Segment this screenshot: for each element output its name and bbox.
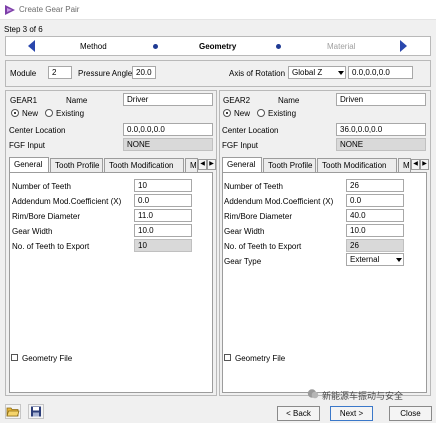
gear1-existing-label: Existing bbox=[56, 109, 85, 118]
wechat-logo-icon bbox=[307, 389, 319, 399]
gear2-rim-bore-label: Rim/Bore Diameter bbox=[224, 212, 293, 221]
gear2-rim-bore-input[interactable]: 40.0 bbox=[346, 209, 404, 222]
gear2-tab-general[interactable]: General bbox=[222, 157, 262, 172]
pressure-angle-label: Pressure Angle bbox=[78, 69, 133, 78]
window-title: Create Gear Pair bbox=[19, 5, 80, 14]
gear1-fgf-input-field: NONE bbox=[123, 138, 213, 151]
gear1-tab-tooth-modification[interactable]: Tooth Modification bbox=[104, 158, 184, 172]
gear1-center-location-input[interactable]: 0.0,0.0,0.0 bbox=[123, 123, 213, 136]
step-separator-dot bbox=[153, 44, 158, 49]
gear2-tab-scroll-right-icon[interactable]: ▶ bbox=[420, 159, 429, 170]
gear2-name-label: Name bbox=[278, 96, 300, 105]
gear2-center-location-label: Center Location bbox=[222, 126, 279, 135]
gear2-number-of-teeth-label: Number of Teeth bbox=[224, 182, 283, 191]
step-method[interactable]: Method bbox=[80, 42, 107, 51]
gear1-fgf-input-label: FGF Input bbox=[9, 141, 46, 150]
gear2-number-of-teeth-input[interactable]: 26 bbox=[346, 179, 404, 192]
gear2-tab-more[interactable]: Me bbox=[398, 158, 411, 172]
gear-pair-app-icon bbox=[5, 5, 15, 15]
step-material[interactable]: Material bbox=[327, 42, 355, 51]
gear2-gear-width-label: Gear Width bbox=[224, 227, 265, 236]
gear1-tab-scroll-left-icon[interactable]: ◀ bbox=[198, 159, 207, 170]
gear1-tab-more[interactable]: Me bbox=[185, 158, 198, 172]
gear2-fgf-input-field: NONE bbox=[336, 138, 426, 151]
gear2-gear-type-value: External bbox=[350, 255, 380, 264]
gear1-teeth-to-export-field: 10 bbox=[134, 239, 192, 252]
gear1-rim-bore-label: Rim/Bore Diameter bbox=[12, 212, 81, 221]
gear2-fgf-input-label: FGF Input bbox=[222, 141, 259, 150]
gear1-geometry-file-label: Geometry File bbox=[22, 354, 73, 363]
gear1-center-location-label: Center Location bbox=[9, 126, 66, 135]
axis-of-rotation-label: Axis of Rotation bbox=[229, 69, 286, 78]
gear1-tab-general[interactable]: General bbox=[9, 157, 49, 172]
gear2-teeth-to-export-field: 26 bbox=[346, 239, 404, 252]
gear2-header: GEAR2 bbox=[223, 96, 251, 105]
gear1-header: GEAR1 bbox=[10, 96, 38, 105]
gear1-gear-width-input[interactable]: 10.0 bbox=[134, 224, 192, 237]
chevron-down-icon[interactable] bbox=[396, 258, 402, 262]
save-disk-icon bbox=[31, 406, 41, 417]
gear1-new-radio[interactable] bbox=[11, 109, 19, 117]
gear2-addendum-label: Addendum Mod.Coefficient (X) bbox=[224, 197, 334, 206]
gear2-existing-label: Existing bbox=[268, 109, 297, 118]
gear1-addendum-input[interactable]: 0.0 bbox=[134, 194, 192, 207]
gear2-teeth-to-export-label: No. of Teeth to Export bbox=[224, 242, 302, 251]
gear2-new-label: New bbox=[234, 109, 251, 118]
gear1-tab-scroll-right-icon[interactable]: ▶ bbox=[207, 159, 216, 170]
gear1-name-input[interactable]: Driver bbox=[123, 93, 213, 106]
chevron-down-icon[interactable] bbox=[338, 71, 344, 75]
next-step-icon[interactable] bbox=[400, 40, 407, 52]
previous-step-icon[interactable] bbox=[28, 40, 35, 52]
gear1-number-of-teeth-input[interactable]: 10 bbox=[134, 179, 192, 192]
gear1-rim-bore-input[interactable]: 11.0 bbox=[134, 209, 192, 222]
gear2-gear-type-label: Gear Type bbox=[224, 257, 262, 266]
step-separator-dot bbox=[276, 44, 281, 49]
gear1-name-label: Name bbox=[66, 96, 88, 105]
open-folder-button[interactable] bbox=[5, 404, 21, 419]
back-button[interactable]: < Back bbox=[277, 406, 320, 421]
gear2-new-radio[interactable] bbox=[223, 109, 231, 117]
gear1-new-label: New bbox=[22, 109, 39, 118]
gear2-tab-scroll-left-icon[interactable]: ◀ bbox=[411, 159, 420, 170]
gear1-geometry-file-checkbox[interactable] bbox=[11, 354, 18, 361]
axis-of-rotation-value: Global Z bbox=[292, 68, 323, 77]
save-button[interactable] bbox=[28, 404, 44, 419]
axis-vector-input[interactable]: 0.0,0.0,0.0 bbox=[348, 66, 413, 79]
gear2-tab-tooth-profile[interactable]: Tooth Profile bbox=[263, 158, 316, 172]
step-geometry[interactable]: Geometry bbox=[199, 42, 236, 51]
gear2-addendum-input[interactable]: 0.0 bbox=[346, 194, 404, 207]
step-indicator: Step 3 of 6 bbox=[4, 25, 43, 34]
gear2-tab-tooth-modification[interactable]: Tooth Modification bbox=[317, 158, 397, 172]
next-button[interactable]: Next > bbox=[330, 406, 373, 421]
gear1-existing-radio[interactable] bbox=[45, 109, 53, 117]
gear2-geometry-file-checkbox[interactable] bbox=[224, 354, 231, 361]
gear1-number-of-teeth-label: Number of Teeth bbox=[12, 182, 71, 191]
module-label: Module bbox=[10, 69, 37, 78]
watermark-text: 新能源车振动与安全 bbox=[322, 391, 404, 401]
open-folder-icon bbox=[6, 407, 20, 417]
gear2-geometry-file-label: Geometry File bbox=[235, 354, 286, 363]
gear1-tab-tooth-profile[interactable]: Tooth Profile bbox=[50, 158, 103, 172]
pressure-angle-input[interactable]: 20.0 bbox=[132, 66, 156, 79]
module-input[interactable]: 2 bbox=[48, 66, 72, 79]
gear1-teeth-to-export-label: No. of Teeth to Export bbox=[12, 242, 90, 251]
gear2-name-input[interactable]: Driven bbox=[336, 93, 426, 106]
close-button[interactable]: Close bbox=[389, 406, 432, 421]
gear1-addendum-label: Addendum Mod.Coefficient (X) bbox=[12, 197, 122, 206]
gear2-existing-radio[interactable] bbox=[257, 109, 265, 117]
gear2-center-location-input[interactable]: 36.0,0.0,0.0 bbox=[336, 123, 426, 136]
gear1-gear-width-label: Gear Width bbox=[12, 227, 53, 236]
gear2-gear-width-input[interactable]: 10.0 bbox=[346, 224, 404, 237]
